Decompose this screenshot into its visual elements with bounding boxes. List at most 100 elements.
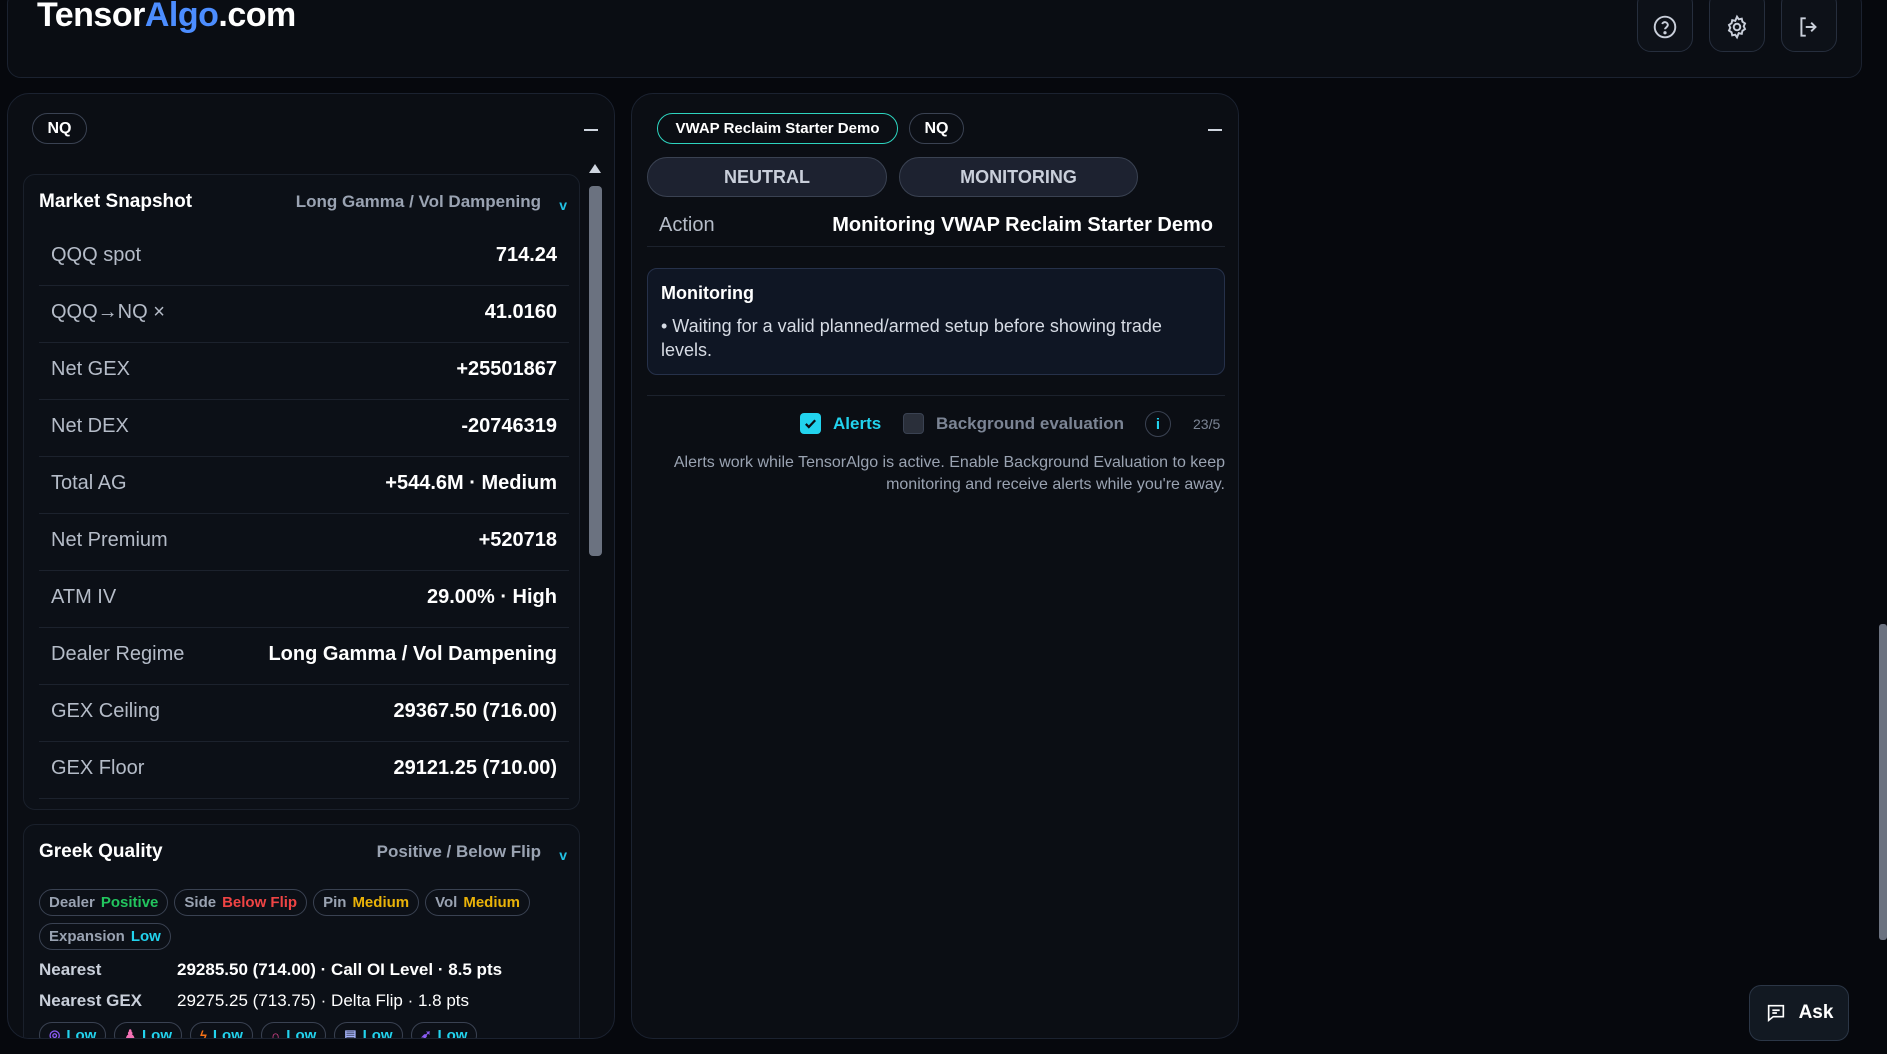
logout-icon [1800,17,1817,37]
bias-badge: NEUTRAL [647,157,887,197]
greek-tags-row: Dealer Positive Side Below Flip Pin Medium … [39,889,536,916]
alerts-checkbox[interactable] [800,413,821,434]
alerts-note: Alerts work while TensorAlgo is active. … [673,454,1225,493]
minimize-button[interactable] [584,129,598,131]
chevron-down-icon[interactable]: v [559,847,567,863]
snapshot-row-label: GEX Floor [51,757,145,779]
help-circle-icon [1653,15,1677,39]
snapshot-row: QQQ→NQ × 41.0160 [39,286,569,343]
snapshot-row: GEX Floor 29121.25 (710.00) [39,742,569,799]
nearest-gex-value: 29275.25 (713.75) · Delta Flip · 1.8 pts [177,991,469,1010]
mini-badge: ϟ Low [190,1022,253,1039]
strategy-pill[interactable]: VWAP Reclaim Starter Demo [657,113,898,144]
greek-quality-card: Greek Quality Positive / Below Flip v De… [23,824,580,1039]
snapshot-row-value: 29121.25 (710.00) [393,757,557,779]
mini-badges-row: ◎ Low ♟ Low ϟ Low ∩ Low ▤ Low ➶ Low [39,1022,485,1039]
action-value: Monitoring VWAP Reclaim Starter Demo [832,214,1213,236]
alerts-label: Alerts [833,413,882,433]
page-scrollbar-thumb[interactable] [1879,624,1887,940]
state-badge: MONITORING [899,157,1138,197]
snapshot-row-value: +25501867 [456,358,557,380]
chat-icon [1767,1004,1784,1023]
mini-badge: ▤ Low [334,1022,403,1039]
snapshot-row: QQQ spot 714.24 [39,229,569,286]
snapshot-row-label: Total AG [51,472,127,494]
snapshot-row: Dealer Regime Long Gamma / Vol Dampening [39,628,569,685]
scrollbar-thumb[interactable] [589,186,602,556]
snapshot-row-value: +544.6M · Medium [385,472,557,494]
logo[interactable]: TensorAlgo.com [37,0,296,35]
snapshot-row: Total AG +544.6M · Medium [39,457,569,514]
chevron-down-icon[interactable]: v [559,197,567,213]
snapshot-row-value: 29.00% · High [426,586,557,608]
action-row: Action Monitoring VWAP Reclaim Starter D… [647,202,1225,247]
chart-icon: ▤ [344,1027,357,1039]
snapshot-row-label: QQQ spot [51,244,142,266]
logo-text-tensor: Tensor [37,0,145,34]
snapshot-row: ATM IV 29.00% · High [39,571,569,628]
background-eval-toggle[interactable]: Background evaluation [903,413,1124,434]
snapshot-row-label: Dealer Regime [51,643,185,665]
snapshot-row-value: 29367.50 (716.00) [393,700,557,722]
nearest-gex-row: Nearest GEX 29275.25 (713.75) · Delta Fl… [39,991,559,1013]
background-eval-checkbox[interactable] [903,413,924,434]
snapshot-row-label: Net Premium [51,529,168,551]
symbol-pill[interactable]: NQ [909,113,964,144]
person-icon: ♟ [124,1027,136,1039]
snapshot-row-label: Net GEX [51,358,130,380]
snapshot-row: Net GEX +25501867 [39,343,569,400]
ask-label: Ask [1798,1002,1834,1023]
background-eval-label: Background evaluation [936,413,1124,433]
snapshot-row-value: +520718 [478,529,557,551]
alert-count: 23/5 [1193,416,1221,432]
snapshot-row-value: Long Gamma / Vol Dampening [268,643,557,665]
tag-pin: Pin Medium [313,889,420,916]
scroll-up-arrow[interactable] [589,164,601,173]
check-icon [805,419,817,429]
snapshot-row-label: QQQ→NQ × [51,301,165,323]
snapshot-row-label: GEX Ceiling [51,700,160,722]
alerts-toggle[interactable]: Alerts [800,413,881,434]
nearest-gex-label: Nearest GEX [39,991,142,1010]
tag-dealer: Dealer Positive [39,889,169,916]
spiral-icon: ◎ [49,1027,61,1039]
magnet-icon: ∩ [270,1027,281,1039]
symbol-pill[interactable]: NQ [32,113,87,144]
greek-quality-subtitle: Positive / Below Flip [376,842,541,861]
nearest-row: Nearest 29285.50 (714.00) · Call OI Leve… [39,960,559,982]
monitoring-box: Monitoring • Waiting for a valid planned… [647,268,1225,375]
mini-badge: ∩ Low [260,1022,327,1039]
top-bar: TensorAlgo.com [7,0,1862,78]
tag-vol: Vol Medium [425,889,531,916]
market-snapshot-card: Market Snapshot Long Gamma / Vol Dampeni… [23,174,580,810]
snapshot-row: GEX Ceiling 29367.50 (716.00) [39,685,569,742]
logo-text-com: .com [218,0,296,34]
info-button[interactable]: i [1145,411,1171,437]
settings-button[interactable] [1709,0,1765,52]
bolt-icon: ϟ [200,1027,207,1039]
greek-tags-row-2: Expansion Low [39,923,177,950]
help-button[interactable] [1637,0,1693,52]
mini-badge: ➶ Low [410,1022,478,1038]
snapshot-row-label: ATM IV [51,586,117,608]
greek-quality-title: Greek Quality [39,841,163,862]
monitoring-title: Monitoring [661,283,754,303]
snapshot-row-value: -20746319 [461,415,557,437]
logo-text-algo: Algo [144,0,219,34]
market-snapshot-subtitle: Long Gamma / Vol Dampening [295,192,541,211]
nearest-label: Nearest [39,960,102,979]
mini-badge: ◎ Low [39,1022,107,1039]
mini-badge: ♟ Low [114,1022,182,1039]
gear-icon [1727,14,1747,40]
ask-button[interactable]: Ask [1749,985,1849,1041]
snapshot-row-value: 41.0160 [484,301,557,323]
minimize-button[interactable] [1208,129,1222,131]
logout-button[interactable] [1781,0,1837,52]
strategy-panel: VWAP Reclaim Starter Demo NQ NEUTRAL MON… [631,93,1239,1039]
monitoring-body: • Waiting for a valid planned/armed setu… [661,316,1162,360]
market-panel: NQ Market Snapshot Long Gamma / Vol Damp… [7,93,615,1039]
snapshot-row: Net Premium +520718 [39,514,569,571]
nearest-value: 29285.50 (714.00) · Call OI Level · 8.5 … [177,960,503,979]
snapshot-row-value: 714.24 [495,244,557,266]
tag-side: Side Below Flip [174,889,308,916]
